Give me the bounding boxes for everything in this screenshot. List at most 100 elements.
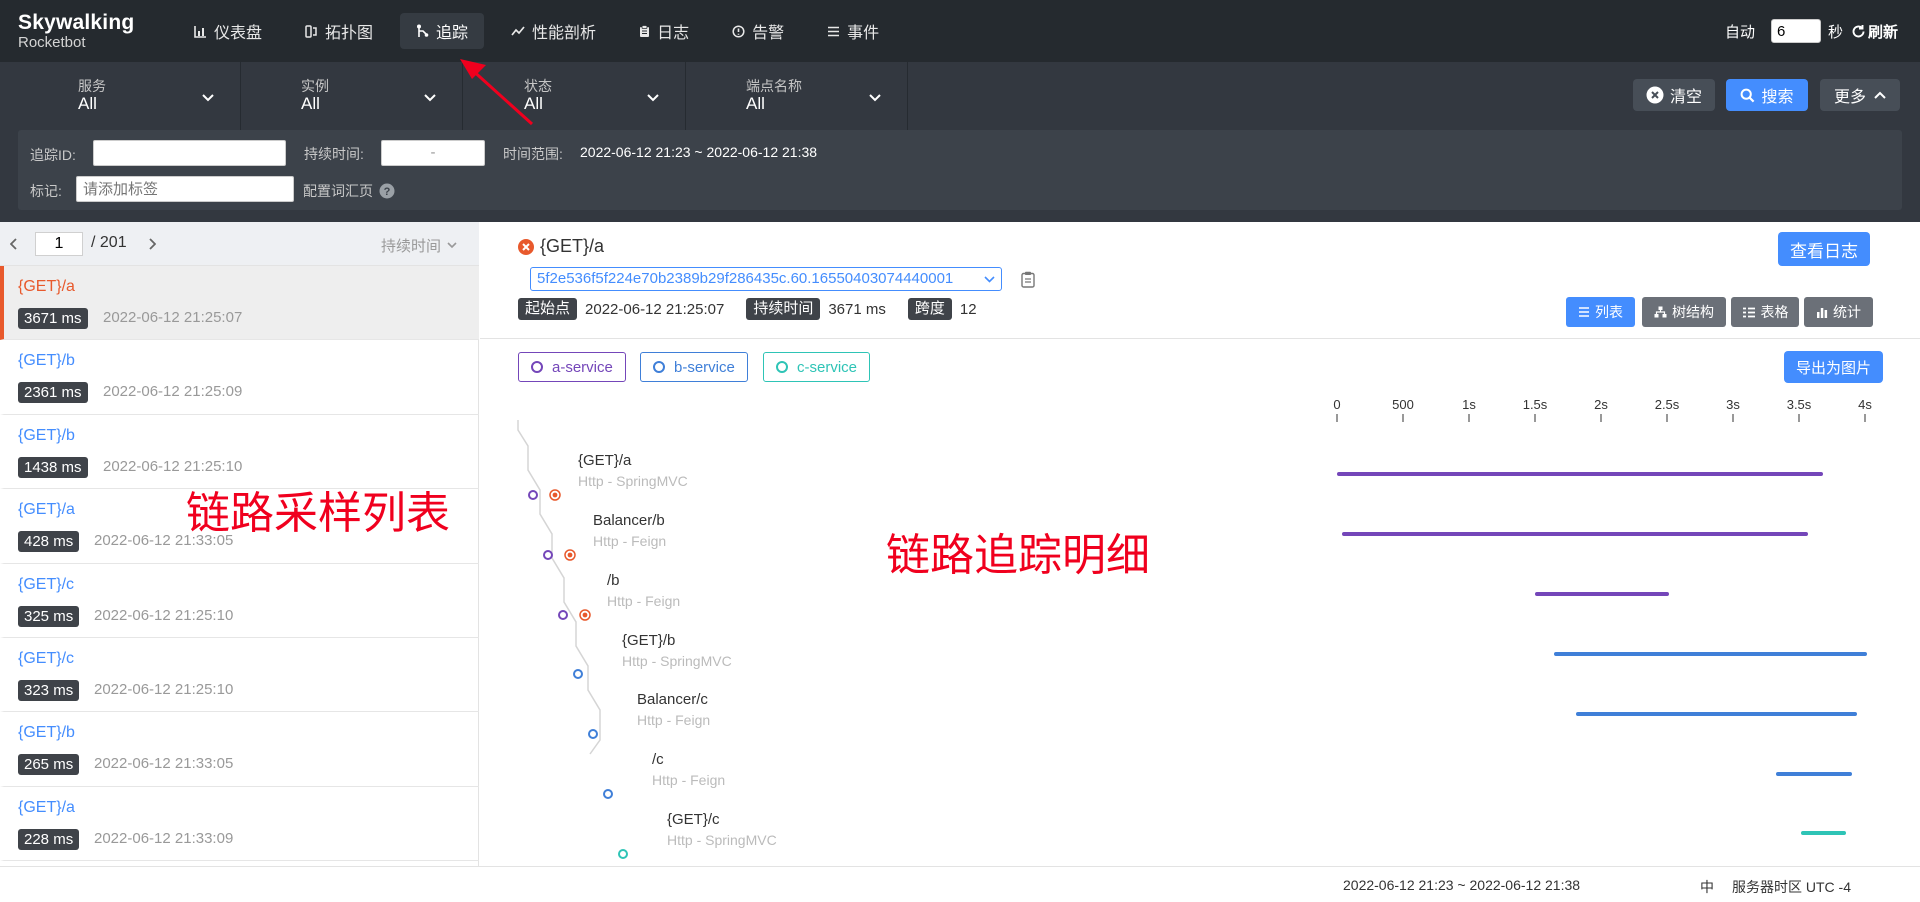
tag-input[interactable] [76, 176, 294, 202]
view-list-button[interactable]: 列表 [1566, 297, 1635, 327]
span-name[interactable]: {GET}/a [578, 452, 631, 469]
trace-detail-panel: {GET}/a 5f2e536f5f224e70b2389b29f286435c… [480, 222, 1920, 866]
chevron-left-icon[interactable] [10, 238, 18, 250]
nav-label: 性能剖析 [532, 25, 597, 42]
view-tree-button[interactable]: 树结构 [1642, 297, 1726, 327]
logo[interactable]: Skywalking Rocketbot [18, 12, 134, 50]
pointer-arrow-annotation [460, 59, 534, 126]
trace-duration-badge: 323 ms [18, 679, 80, 701]
endpoint-select[interactable]: 端点名称 All [686, 62, 908, 130]
language-toggle[interactable]: 中 [1700, 877, 1714, 897]
trace-list-item[interactable]: {GET}/c 323 ms 2022-06-12 21:25:10 [0, 638, 479, 713]
chevron-up-icon [1874, 91, 1886, 99]
nav-label: 拓扑图 [325, 25, 374, 42]
span-name[interactable]: /b [607, 572, 620, 589]
span-name[interactable]: {GET}/b [622, 632, 675, 649]
span-bar[interactable] [1776, 772, 1852, 776]
trace-title: {GET}/a [518, 236, 604, 257]
copy-icon[interactable] [1021, 271, 1035, 288]
span-type: Http - Feign [607, 593, 681, 609]
trace-id-value: 5f2e536f5f224e70b2389b29f286435c.60.1655… [537, 270, 954, 287]
time-range-value[interactable]: 2022-06-12 21:23 ~ 2022-06-12 21:38 [580, 144, 817, 160]
sort-label: 持续时间 [380, 238, 441, 255]
vocab-link-label: 配置词汇页 [303, 183, 373, 199]
axis-tick-label: 2s [1594, 397, 1608, 412]
trace-endpoint: {GET}/b [18, 724, 75, 742]
help-icon: ? [379, 183, 395, 199]
span-name[interactable]: {GET}/c [667, 811, 720, 828]
legend-service-c[interactable]: c-service [763, 352, 871, 382]
span-name[interactable]: Balancer/c [637, 691, 708, 708]
duration-range-input[interactable]: - [381, 140, 485, 166]
view-table-button[interactable]: 表格 [1731, 297, 1799, 327]
trace-id-input[interactable] [93, 140, 286, 166]
trace-list-item[interactable]: {GET}/b 265 ms 2022-06-12 21:33:05 [0, 712, 479, 787]
chevron-down-icon [202, 94, 214, 102]
footer-bar: 2022-06-12 21:23 ~ 2022-06-12 21:38 中 服务… [0, 866, 1920, 902]
page-number-input[interactable] [35, 232, 83, 256]
trace-list-item[interactable]: {GET}/b 2361 ms 2022-06-12 21:25:09 [0, 340, 479, 415]
time-range-label: 时间范围: [503, 146, 563, 162]
nav-item-dashboard[interactable]: 仪表盘 [178, 13, 278, 49]
export-image-button[interactable]: 导出为图片 [1784, 351, 1883, 383]
refresh-button[interactable]: 刷新 [1851, 21, 1898, 42]
trace-id-select[interactable]: 5f2e536f5f224e70b2389b29f286435c.60.1655… [530, 267, 1002, 291]
span-type: Http - Feign [593, 533, 667, 549]
span-bar[interactable] [1337, 472, 1823, 476]
clear-button[interactable]: 清空 [1633, 79, 1715, 111]
auto-refresh-interval-input[interactable] [1770, 19, 1821, 43]
topology-icon [305, 24, 317, 38]
span-bar[interactable] [1342, 532, 1808, 536]
service-select[interactable]: 服务 All [0, 62, 241, 130]
span-bar[interactable] [1554, 652, 1867, 656]
legend-service-b[interactable]: b-service [640, 352, 748, 382]
sort-select[interactable]: 持续时间 [381, 235, 457, 256]
more-toggle-button[interactable]: 更多 [1820, 79, 1900, 111]
trace-id-label: 追踪ID: [30, 147, 76, 163]
service-select-value: All [78, 94, 97, 113]
axis-tick-label: 1.5s [1522, 397, 1548, 412]
span-bar[interactable] [1801, 831, 1846, 835]
chevron-down-icon [869, 94, 881, 102]
auto-refresh: 自动 秒 刷新 [1725, 19, 1898, 43]
span-bar[interactable] [1535, 592, 1669, 596]
list-icon [1579, 307, 1589, 317]
span-name[interactable]: Balancer/b [593, 512, 665, 529]
start-value: 2022-06-12 21:25:07 [585, 300, 725, 318]
trace-duration-badge: 228 ms [18, 828, 80, 850]
trace-list-item[interactable]: {GET}/c 325 ms 2022-06-12 21:25:10 [0, 564, 479, 638]
trace-time: 2022-06-12 21:25:10 [94, 606, 234, 624]
instance-select[interactable]: 实例 All [241, 62, 463, 130]
span-type: Http - SpringMVC [578, 473, 688, 489]
trace-list-item[interactable]: {GET}/a 3671 ms 2022-06-12 21:25:07 [0, 266, 479, 341]
trace-endpoint: {GET}/a [18, 798, 75, 816]
trace-list-item[interactable]: {GET}/a 228 ms 2022-06-12 21:33:09 [0, 787, 479, 862]
span-name[interactable]: /c [652, 751, 664, 768]
chart-bar-icon [1817, 307, 1828, 318]
trace-endpoint: {GET}/a [18, 501, 75, 519]
chevron-right-icon[interactable] [148, 238, 156, 250]
span-type: Http - Feign [637, 712, 711, 728]
more-label: 更多 [1833, 89, 1866, 106]
legend-service-a[interactable]: a-service [518, 352, 626, 382]
footer-time-range[interactable]: 2022-06-12 21:23 ~ 2022-06-12 21:38 [1343, 877, 1580, 893]
search-button[interactable]: 搜索 [1726, 79, 1808, 111]
nav-item-trace[interactable]: 追踪 [400, 13, 485, 49]
span-type: Http - SpringMVC [622, 653, 732, 669]
trace-duration-badge: 1438 ms [18, 456, 88, 478]
trace-title-text: {GET}/a [540, 236, 605, 256]
trace-duration-badge: 3671 ms [18, 308, 88, 329]
vocab-link[interactable]: 配置词汇页 ? [303, 181, 395, 201]
nav-item-profiling[interactable]: 性能剖析 [495, 13, 612, 49]
circle-icon [653, 361, 665, 373]
clear-label: 清空 [1669, 89, 1702, 106]
nav-item-alarm[interactable]: 告警 [716, 13, 800, 49]
view-statistics-button[interactable]: 统计 [1804, 297, 1873, 327]
alarm-icon [732, 24, 745, 38]
axis-tick-label: 3.5s [1786, 397, 1812, 412]
nav-item-logs[interactable]: 日志 [623, 13, 705, 49]
nav-item-topology[interactable]: 拓扑图 [289, 13, 389, 49]
span-bar[interactable] [1576, 712, 1857, 716]
nav-item-events[interactable]: 事件 [811, 13, 895, 49]
view-logs-button[interactable]: 查看日志 [1778, 232, 1870, 266]
